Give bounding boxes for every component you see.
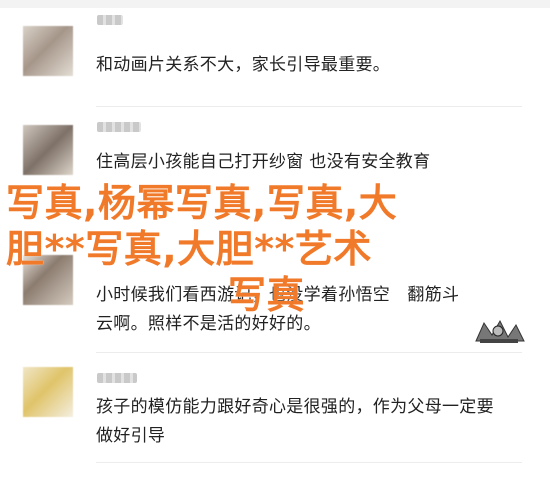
divider (96, 352, 522, 353)
avatar-icon[interactable] (23, 125, 73, 175)
overlay-line-2: 胆**写真,大胆**艺术 (6, 227, 372, 271)
avatar-icon[interactable] (23, 26, 73, 76)
avatar-icon[interactable] (23, 367, 73, 417)
comment-text: 和动画片关系不大，家长引导最重要。 (96, 55, 391, 75)
username-blurred[interactable] (97, 373, 137, 383)
username-blurred[interactable] (97, 15, 123, 25)
divider (96, 106, 522, 107)
comic-sticker-icon (470, 317, 528, 347)
watermark-overlay: 写真,杨幂写真,写真,大 胆**写真,大胆**艺术 写真 (6, 180, 476, 318)
overlay-line-3: 写真 (228, 273, 306, 317)
comment-text: 住高层小孩能自己打开纱窗 也没有安全教育 (96, 152, 431, 172)
top-bar (0, 0, 550, 8)
divider (96, 462, 522, 463)
overlay-line-1: 写真,杨幂写真,写真,大 (6, 181, 398, 225)
comment-text: 孩子的模仿能力跟好奇心是很强的，作为父母一定要做好引导 (96, 397, 494, 446)
username-blurred[interactable] (97, 122, 141, 132)
